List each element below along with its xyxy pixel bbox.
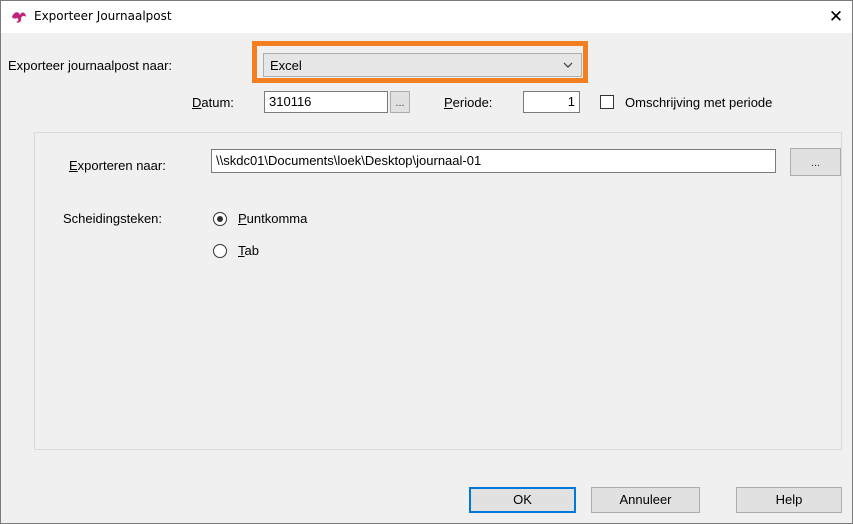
- radio-selected-dot: [217, 216, 223, 222]
- ok-button[interactable]: OK: [469, 487, 576, 513]
- datum-picker-button[interactable]: ...: [390, 91, 410, 113]
- export-dialog: Exporteer Journaalpost ✕ Exporteer journ…: [0, 0, 853, 524]
- export-to-label: Exporteer journaalpost naar:: [8, 58, 173, 73]
- tab-label: Tab: [238, 243, 259, 258]
- omschrijving-label: Omschrijving met periode: [625, 95, 773, 110]
- datum-input[interactable]: 310116: [264, 91, 388, 113]
- periode-label: Periode:: [444, 95, 493, 110]
- options-panel: [34, 132, 842, 450]
- export-to-dropdown[interactable]: Excel: [263, 53, 582, 77]
- radio-tab[interactable]: [213, 244, 227, 258]
- title-bar: Exporteer Journaalpost ✕: [1, 1, 852, 33]
- close-icon[interactable]: ✕: [821, 3, 851, 31]
- puntkomma-label: Puntkomma: [238, 211, 308, 226]
- chevron-down-icon: [563, 62, 573, 68]
- browse-button[interactable]: ...: [790, 148, 841, 176]
- export-to-value: Excel: [270, 58, 302, 73]
- cancel-button[interactable]: Annuleer: [591, 487, 700, 513]
- separator-label: Scheidingsteken:: [63, 211, 163, 226]
- app-logo-icon: [12, 12, 26, 23]
- periode-input[interactable]: 1: [523, 91, 580, 113]
- datum-label: Datum:: [192, 95, 234, 110]
- omschrijving-checkbox[interactable]: [600, 95, 614, 109]
- exporteren-label: Exporteren naar:: [69, 158, 166, 173]
- radio-puntkomma[interactable]: [213, 212, 227, 226]
- path-input[interactable]: \\skdc01\Documents\loek\Desktop\journaal…: [211, 149, 776, 173]
- window-title: Exporteer Journaalpost: [34, 9, 172, 23]
- help-button[interactable]: Help: [736, 487, 842, 513]
